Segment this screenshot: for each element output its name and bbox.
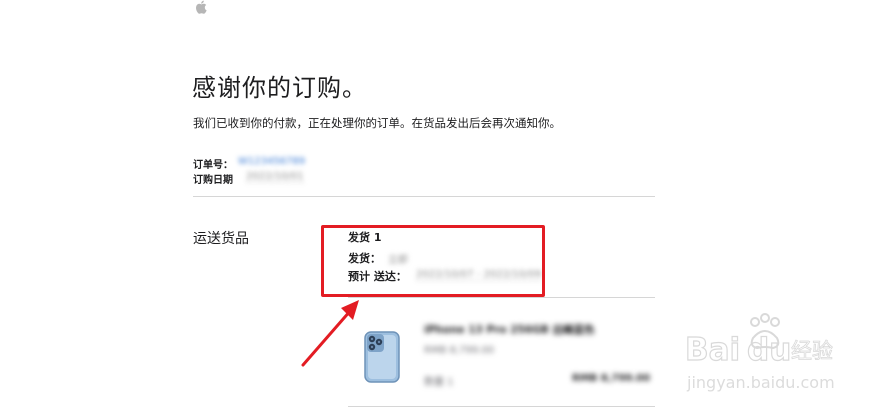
product-divider-bottom xyxy=(348,406,655,407)
watermark-url: jingyan.baidu.com xyxy=(686,373,835,392)
highlight-box xyxy=(321,225,545,297)
product-name: iPhone 13 Pro 256GB 远峰蓝色 xyxy=(424,324,595,336)
product-quantity: 数量 1 xyxy=(424,377,454,388)
iphone-product-image xyxy=(364,331,400,383)
order-number-label: 订单号： xyxy=(193,160,233,171)
apple-logo-icon xyxy=(196,0,207,14)
shipping-heading: 运送货品 xyxy=(193,231,249,247)
product-divider-top xyxy=(348,297,655,298)
order-date-value: 2022/10/01 xyxy=(246,171,304,183)
baidu-watermark-icon: Bai du 经验 jingyan.baidu.com xyxy=(684,313,835,392)
page-title: 感谢你的订购。 xyxy=(192,74,367,102)
watermark-brand: Bai xyxy=(685,332,740,368)
order-date-label: 订购日期 xyxy=(193,175,233,186)
confirmation-message: 我们已收到你的付款，正在处理你的订单。在货品发出后会再次通知你。 xyxy=(193,116,561,130)
watermark-brand-2: du xyxy=(747,332,791,368)
product-total: RMB 8,799.00 xyxy=(572,373,651,384)
watermark-suffix: 经验 xyxy=(791,339,833,363)
section-divider xyxy=(193,196,655,197)
order-number-link[interactable]: W123456789 xyxy=(238,156,305,167)
red-arrow-icon xyxy=(301,300,359,367)
product-unit-price: RMB 8,799.00 xyxy=(424,345,495,356)
